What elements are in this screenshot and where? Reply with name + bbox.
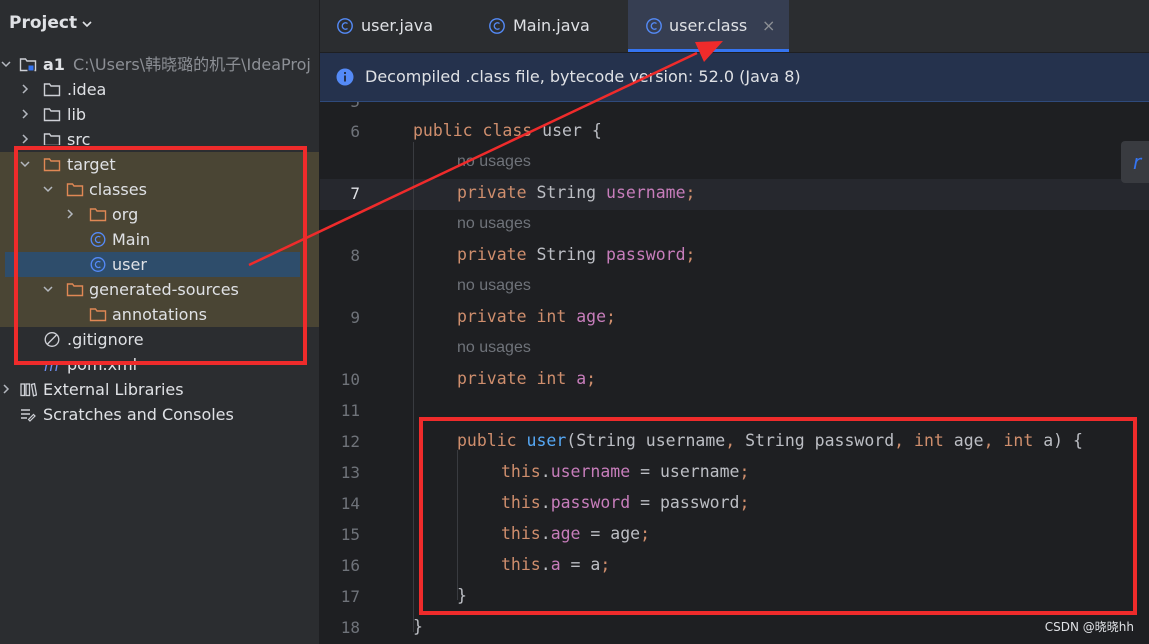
project-panel-header[interactable]: Project [0,0,319,50]
tab-label: Main.java [513,16,590,35]
scratches-icon [21,409,36,422]
watermark: CSDN @晓晓hh [1044,620,1134,634]
active-tab-indicator [628,49,789,52]
module-folder-icon [19,58,37,72]
line-number: 17 [340,587,360,606]
tab-user-java[interactable]: user.java [320,0,470,52]
line-number: 14 [340,494,360,513]
project-path: C:\Users\韩晓璐的机子\IdeaProj [72,55,311,74]
class-icon [337,18,353,34]
usage-hint[interactable]: no usages [457,277,531,295]
current-line-highlight [320,179,1149,210]
line-number: 11 [340,401,360,420]
chevron-down-icon[interactable] [80,17,94,31]
close-icon[interactable]: × [762,0,775,52]
chevron-right-icon[interactable] [0,383,12,395]
line-number: 6 [350,122,360,141]
tab-label: user.class [669,16,748,35]
annotation-box-constructor [419,417,1137,615]
project-panel-title[interactable]: Project [9,13,77,33]
line-number: 12 [340,432,360,451]
tree-item-external-libraries[interactable]: External Libraries [0,377,319,402]
annotation-box-target [14,146,307,365]
banner-text: Decompiled .class file, bytecode version… [365,67,801,86]
editor-tab-bar: user.java Main.java user.class × [320,0,1149,53]
usage-hint[interactable]: no usages [457,153,531,171]
chevron-down-icon[interactable] [0,58,12,70]
tab-main-java[interactable]: Main.java [470,0,628,52]
usage-hint[interactable]: no usages [457,215,531,233]
tree-item-label: External Libraries [43,380,184,399]
code-line-6: public class user { [413,121,602,140]
folder-icon [43,108,61,122]
tree-item-label: src [67,130,91,145]
tree-item-lib[interactable]: lib [0,102,319,127]
chevron-right-icon[interactable] [19,83,31,95]
line-number: 18 [340,618,360,637]
usage-hint[interactable]: no usages [457,339,531,357]
line-number: 13 [340,463,360,482]
tree-item-scratches[interactable]: Scratches and Consoles [0,402,319,427]
line-number: 10 [340,370,360,389]
line-number: 8 [350,246,360,265]
tree-item-src[interactable]: src [0,127,319,145]
code-line-9: private int age; [457,307,616,326]
tree-item-label: lib [67,105,87,124]
tree-item-a1[interactable]: a1 C:\Users\韩晓璐的机子\IdeaProj [0,52,319,77]
tree-item-label: Scratches and Consoles [43,405,234,424]
tree-item-idea[interactable]: .idea [0,77,319,102]
tab-label: user.java [361,16,434,35]
chevron-right-icon[interactable] [19,108,31,120]
tree-item-label: a1 [43,55,65,74]
code-line-8: private String password; [457,245,696,264]
tree-item-label: .idea [67,80,107,99]
folder-icon [43,83,61,97]
line-number: 7 [350,184,360,203]
line-number: 15 [340,525,360,544]
reader-mode-button[interactable]: r [1121,141,1149,183]
code-line-7: private String username; [457,183,696,202]
line-number: 9 [350,308,360,327]
class-icon [489,18,505,34]
library-icon [20,382,37,397]
decompiled-notice-banner: Decompiled .class file, bytecode version… [320,53,1149,102]
code-line-10: private int a; [457,369,597,388]
code-line-18: } [413,617,423,636]
tab-user-class[interactable]: user.class × [628,0,789,52]
chevron-right-icon[interactable] [19,133,31,145]
line-number: 16 [340,556,360,575]
class-icon [646,18,662,34]
info-icon [336,68,354,86]
indent-guide [413,142,414,632]
folder-icon [43,133,61,145]
line-number: 5 [320,102,360,111]
